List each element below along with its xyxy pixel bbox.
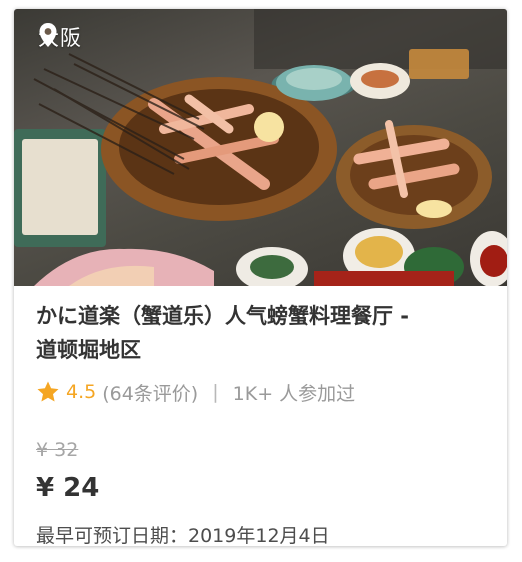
activity-title[interactable]: かに道楽（蟹道乐）人气螃蟹料理餐厅 - 道顿堀地区 bbox=[36, 299, 416, 367]
separator: | bbox=[212, 381, 219, 403]
activity-photo[interactable]: 大阪 bbox=[14, 9, 507, 286]
card-body: かに道楽（蟹道乐）人气螃蟹料理餐厅 - 道顿堀地区 4.5 (64条评价) | … bbox=[36, 299, 491, 546]
crab-dish-illustration bbox=[14, 9, 507, 286]
rating-row: 4.5 (64条评价) | 1K+ 人参加过 bbox=[36, 377, 491, 407]
rating-value: 4.5 bbox=[66, 381, 97, 403]
earliest-booking-date: 最早可预订日期：2019年12月4日 bbox=[36, 525, 330, 546]
participants-count: 1K+ 人参加过 bbox=[232, 382, 356, 405]
map-pin-icon bbox=[39, 23, 57, 47]
star-icon bbox=[37, 381, 59, 402]
location-badge: 大阪 bbox=[38, 22, 82, 52]
review-count[interactable]: (64条评价) bbox=[102, 379, 198, 406]
original-price: ¥ 32 bbox=[36, 439, 79, 461]
activity-card[interactable]: 大阪 かに道楽（蟹道乐）人气螃蟹料理餐厅 - 道顿堀地区 4.5 (64条评价)… bbox=[14, 9, 507, 546]
current-price: ¥ 24 bbox=[36, 473, 100, 503]
